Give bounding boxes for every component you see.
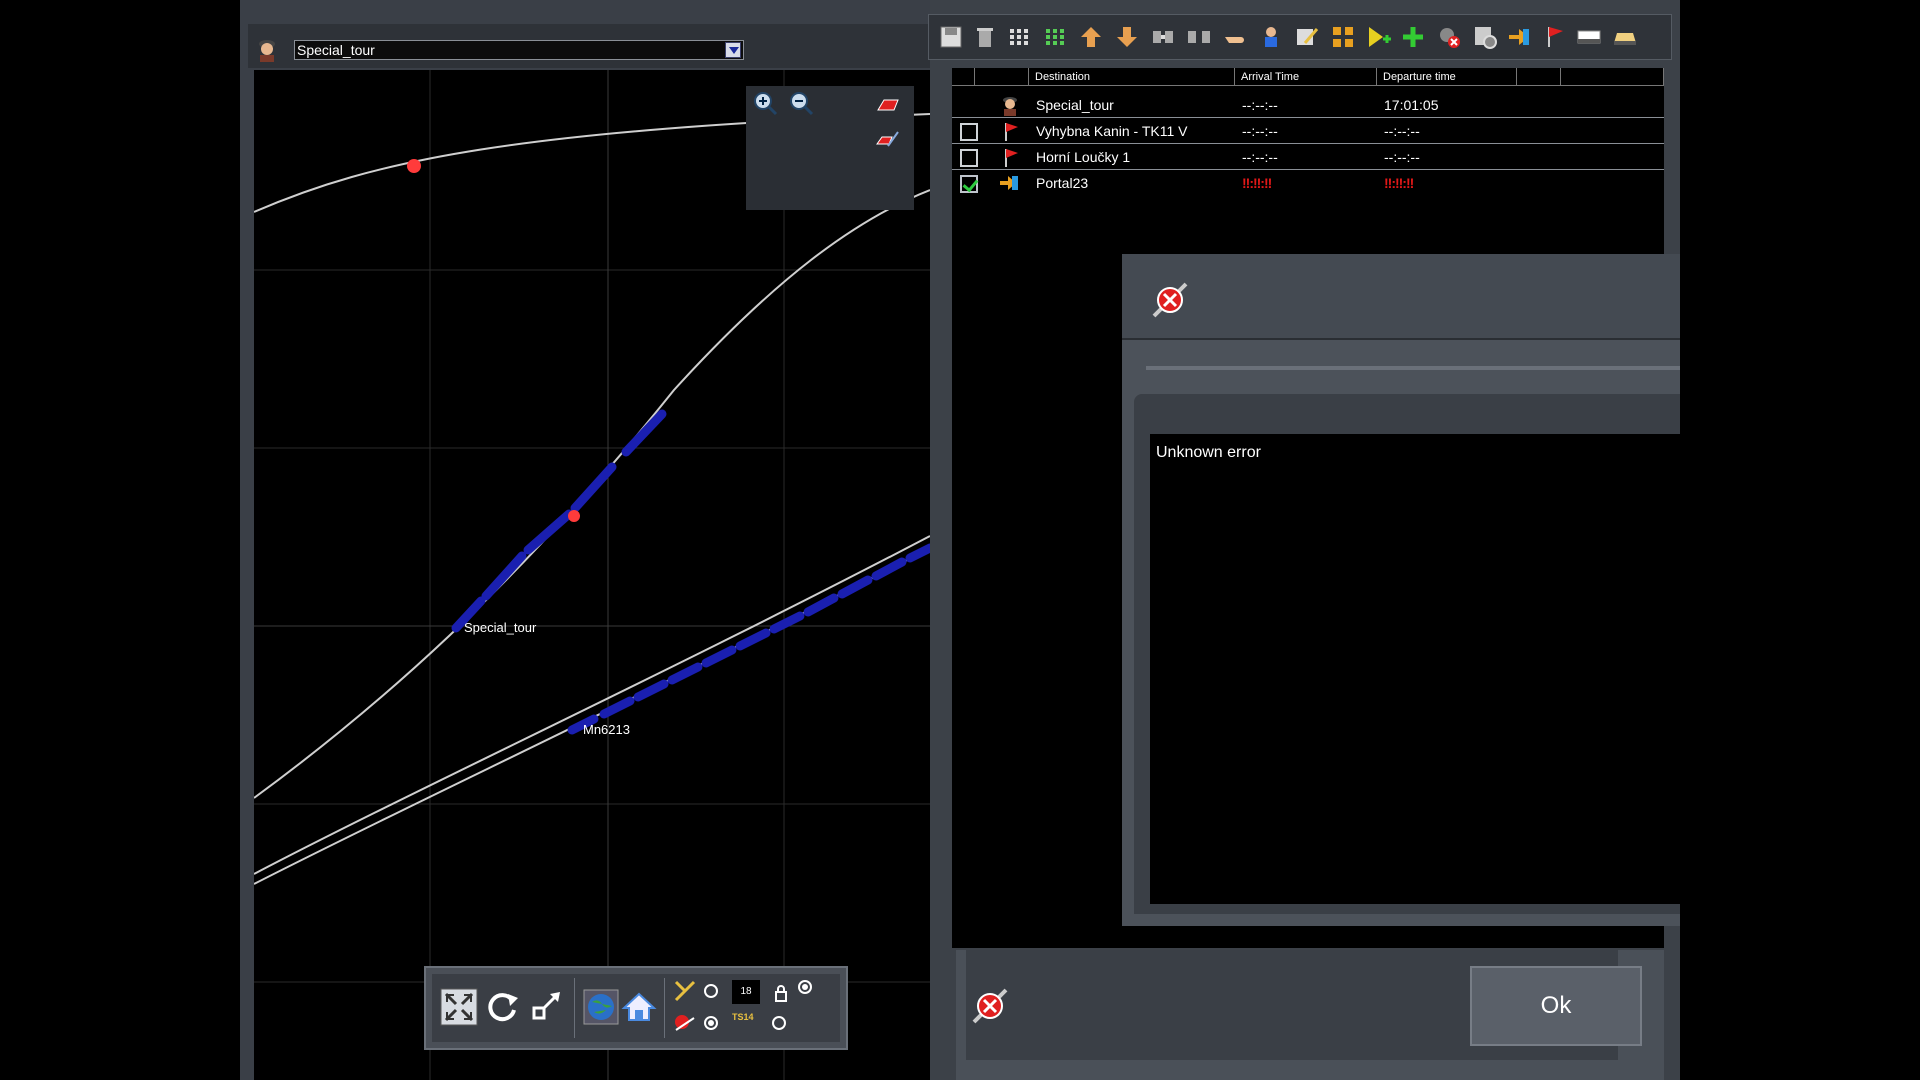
col-departure: Departure time — [1376, 68, 1516, 86]
bar-icon[interactable] — [1575, 23, 1603, 51]
col-destination: Destination — [1028, 68, 1234, 86]
hand-icon[interactable] — [1221, 23, 1249, 51]
flag-icon — [1005, 123, 1018, 141]
signal-icon[interactable] — [672, 1010, 698, 1036]
signal-marker — [568, 510, 580, 522]
trash-icon[interactable] — [971, 23, 999, 51]
track-map — [254, 70, 930, 1080]
eraser-icon[interactable] — [874, 92, 900, 118]
schedule-header: Destination Arrival Time Departure time — [952, 68, 1664, 86]
table-row[interactable]: Special_tour --:--:-- 17:01:05 — [952, 92, 1664, 118]
table-row[interactable]: Horní Loučky 1 --:--:-- --:--:-- — [952, 144, 1664, 170]
signal-marker — [407, 159, 421, 173]
toolbar-divider — [664, 978, 665, 1038]
destination-cell: Special_tour — [1036, 97, 1114, 113]
train-select[interactable]: Special_tour — [294, 40, 744, 60]
zoom-panel — [746, 86, 914, 210]
train-mn6213 — [567, 543, 930, 735]
departure-cell: !!:!!:!! — [1384, 175, 1414, 191]
error-dialog-titlebar — [1122, 254, 1680, 340]
option-radio[interactable] — [772, 1016, 786, 1030]
map-bottom-toolbar-inner: 18 TS14 — [432, 974, 840, 1042]
edit-list-icon[interactable] — [1293, 23, 1321, 51]
home-icon[interactable] — [620, 988, 658, 1026]
settings-icon[interactable] — [1471, 23, 1499, 51]
driver-icon[interactable] — [1257, 23, 1285, 51]
add-destination-icon[interactable] — [1365, 23, 1393, 51]
label-ts: TS14 — [732, 1012, 754, 1022]
error-message-box: Unknown error — [1150, 434, 1680, 904]
save-icon[interactable] — [937, 23, 965, 51]
globe-icon[interactable] — [582, 988, 620, 1026]
driver-icon — [259, 40, 275, 62]
table-row[interactable]: Portal23 !!:!!:!! !!:!!:!! — [952, 170, 1664, 196]
junction-radio[interactable] — [704, 984, 718, 998]
lock-radio[interactable] — [798, 980, 812, 994]
arrival-cell: !!:!!:!! — [1242, 175, 1272, 191]
error-dialog: Unknown error — [1122, 254, 1680, 926]
destination-cell: Portal23 — [1036, 175, 1089, 191]
resize-icon[interactable] — [528, 988, 566, 1026]
destination-cell: Vyhybna Kanin - TK11 V — [1036, 123, 1188, 139]
divider — [1146, 366, 1680, 370]
col-sep — [974, 68, 976, 86]
zoom-in-icon[interactable] — [752, 90, 778, 116]
train-label-special-tour[interactable]: Special_tour — [464, 620, 536, 635]
draw-icon[interactable] — [874, 126, 900, 152]
lock-icon[interactable] — [774, 984, 788, 1002]
cancel-icon[interactable] — [970, 986, 1010, 1026]
error-message: Unknown error — [1156, 444, 1261, 461]
arrival-cell: --:--:-- — [1242, 97, 1278, 113]
map-canvas[interactable] — [254, 70, 930, 1080]
zoom-out-icon[interactable] — [788, 90, 814, 116]
train-label-mn6213[interactable]: Mn6213 — [583, 722, 630, 737]
error-icon — [1152, 282, 1188, 318]
col-extra — [1560, 68, 1664, 86]
chevron-down-icon[interactable] — [725, 42, 741, 58]
map-bottom-toolbar: 18 TS14 — [424, 966, 848, 1050]
destination-cell: Horní Loučky 1 — [1036, 149, 1131, 165]
decouple-icon[interactable] — [1185, 23, 1213, 51]
train-special-tour — [451, 409, 667, 633]
portal-icon[interactable] — [1505, 23, 1533, 51]
departure-cell: 17:01:05 — [1384, 97, 1439, 113]
junction-icon[interactable] — [672, 978, 698, 1004]
grid-small-icon[interactable] — [1005, 23, 1033, 51]
grid-green-icon[interactable] — [1041, 23, 1069, 51]
departure-cell: --:--:-- — [1384, 123, 1420, 139]
ok-button[interactable]: Ok — [1470, 966, 1642, 1046]
row-checkbox-checked[interactable] — [960, 175, 978, 193]
table-row[interactable]: Vyhybna Kanin - TK11 V --:--:-- --:--:-- — [952, 118, 1664, 144]
move-up-icon[interactable] — [1077, 23, 1105, 51]
col-arrival: Arrival Time — [1234, 68, 1376, 86]
signal-radio[interactable] — [704, 1016, 718, 1030]
rotate-icon[interactable] — [484, 988, 522, 1026]
command-toolbar — [928, 14, 1672, 60]
row-checkbox[interactable] — [960, 149, 978, 167]
couple-icon[interactable] — [1149, 23, 1177, 51]
col-extra — [1516, 68, 1560, 86]
portal-icon — [1000, 176, 1018, 190]
expand-icon[interactable] — [440, 988, 478, 1026]
arrival-cell: --:--:-- — [1242, 149, 1278, 165]
driver-icon — [1003, 97, 1017, 116]
arrival-cell: --:--:-- — [1242, 123, 1278, 139]
train-icon[interactable] — [1611, 23, 1639, 51]
toolbar-divider — [574, 978, 575, 1038]
row-checkbox[interactable] — [960, 123, 978, 141]
flag-icon[interactable] — [1541, 23, 1569, 51]
flag-icon — [1005, 149, 1018, 167]
departure-cell: --:--:-- — [1384, 149, 1420, 165]
remove-icon[interactable] — [1435, 23, 1463, 51]
grid-yellow-icon[interactable] — [1329, 23, 1357, 51]
train-select-value: Special_tour — [297, 42, 375, 58]
add-icon[interactable] — [1399, 23, 1427, 51]
speed-value: 18 — [732, 980, 760, 1004]
move-down-icon[interactable] — [1113, 23, 1141, 51]
